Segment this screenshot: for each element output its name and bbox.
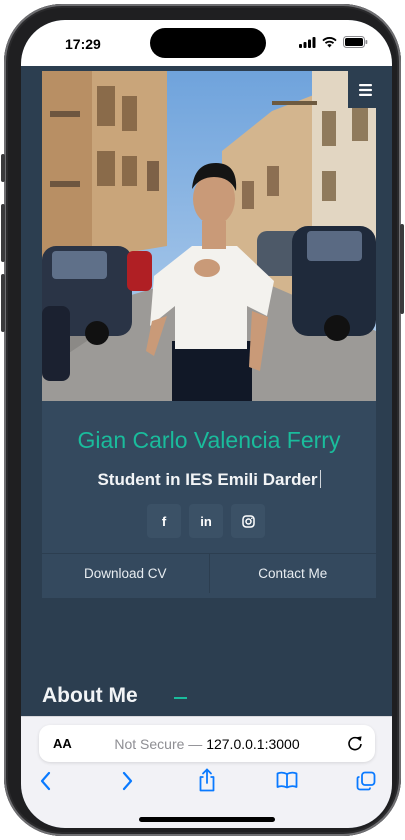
profile-role-text: Student in IES Emili Darder: [97, 470, 318, 489]
page-content: Gian Carlo Valencia Ferry Student in IES…: [21, 66, 392, 716]
phone-frame: 17:29 Gian Carlo Valencia Ferry Student …: [1, 4, 404, 836]
tabs-icon[interactable]: [356, 771, 376, 791]
download-cv-button[interactable]: Download CV: [42, 554, 209, 593]
about-heading-accent: [174, 697, 187, 699]
back-icon[interactable]: [39, 771, 53, 791]
url-host: 127.0.0.1:3000: [206, 736, 300, 752]
bookmarks-icon[interactable]: [276, 771, 298, 789]
browser-toolbar: [21, 768, 392, 801]
profile-card: Gian Carlo Valencia Ferry Student in IES…: [42, 401, 376, 598]
profile-name: Gian Carlo Valencia Ferry: [77, 427, 341, 453]
typing-caret: [319, 470, 321, 488]
menu-button[interactable]: [348, 71, 382, 108]
screen: 17:29 Gian Carlo Valencia Ferry Student …: [21, 20, 392, 828]
mute-switch: [1, 154, 5, 182]
volume-down-button: [1, 274, 5, 332]
status-icons: [299, 36, 368, 48]
facebook-icon: f: [161, 513, 167, 529]
share-icon[interactable]: [198, 768, 216, 792]
instagram-icon: [241, 514, 255, 528]
url-display[interactable]: Not Secure — 127.0.0.1:3000: [39, 736, 375, 752]
forward-icon[interactable]: [120, 771, 134, 791]
profile-role: Student in IES Emili Darder: [42, 470, 376, 490]
instagram-link[interactable]: [231, 504, 265, 538]
home-indicator: [139, 817, 275, 822]
wifi-icon: [322, 36, 337, 47]
browser-bottom-bar: AA Not Secure — 127.0.0.1:3000: [21, 716, 392, 828]
contact-me-button[interactable]: Contact Me: [208, 554, 377, 593]
volume-up-button: [1, 204, 5, 262]
status-bar: 17:29: [21, 20, 392, 66]
facebook-link[interactable]: f: [147, 504, 181, 538]
linkedin-icon: in: [200, 513, 212, 529]
reload-button[interactable]: [347, 734, 363, 757]
social-links: f in: [147, 504, 265, 538]
power-button: [400, 224, 404, 314]
battery-icon: [343, 36, 368, 48]
linkedin-link[interactable]: in: [189, 504, 223, 538]
signal-icon: [299, 36, 316, 48]
not-secure-label: Not Secure —: [114, 736, 203, 752]
about-heading: About Me: [42, 684, 138, 707]
address-bar[interactable]: AA Not Secure — 127.0.0.1:3000: [39, 725, 375, 762]
dynamic-island: [150, 28, 266, 58]
action-buttons: Download CV Contact Me: [42, 553, 376, 593]
reload-icon: [348, 736, 362, 751]
profile-photo: [42, 71, 376, 401]
status-time: 17:29: [65, 36, 101, 52]
menu-icon: [358, 83, 372, 96]
